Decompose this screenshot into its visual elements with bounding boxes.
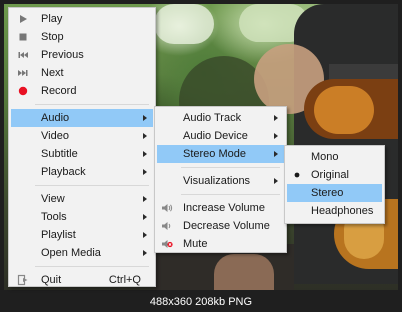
submenu-arrow-icon — [143, 169, 147, 175]
submenu-arrow-icon — [143, 196, 147, 202]
menu-separator — [181, 194, 280, 195]
menu-item-play[interactable]: Play — [11, 10, 153, 28]
submenu-arrow-icon — [274, 151, 278, 157]
submenu-arrow-icon — [143, 133, 147, 139]
submenu-arrow-icon — [143, 214, 147, 220]
record-icon — [18, 86, 28, 96]
menu-separator — [35, 185, 149, 186]
menu-item-audio[interactable]: Audio — [11, 109, 153, 127]
next-icon — [18, 70, 28, 76]
submenu-arrow-icon — [143, 115, 147, 121]
menu-item-subtitle[interactable]: Subtitle — [11, 145, 153, 163]
submenu-arrow-icon — [143, 250, 147, 256]
submenu-arrow-icon — [274, 133, 278, 139]
menu-separator — [35, 104, 149, 105]
play-icon — [20, 15, 27, 23]
stereo-mode-submenu: Mono Original Stereo Headphones — [284, 145, 385, 224]
menu-item-record[interactable]: Record — [11, 82, 153, 100]
menu-separator — [35, 266, 149, 267]
menu-item-headphones[interactable]: Headphones — [287, 202, 382, 220]
quit-shortcut: Ctrl+Q — [108, 274, 141, 286]
menu-item-audio-track[interactable]: Audio Track — [157, 109, 284, 127]
menu-item-quit[interactable]: Quit Ctrl+Q — [11, 271, 153, 289]
menu-item-stop[interactable]: Stop — [11, 28, 153, 46]
audio-submenu: Audio Track Audio Device Stereo Mode Vis… — [154, 106, 287, 253]
menu-item-playlist[interactable]: Playlist — [11, 226, 153, 244]
previous-icon — [18, 52, 28, 58]
submenu-arrow-icon — [274, 115, 278, 121]
volume-up-icon — [162, 204, 173, 212]
menu-item-audio-device[interactable]: Audio Device — [157, 127, 284, 145]
menu-item-previous[interactable]: Previous — [11, 46, 153, 64]
menu-item-playback[interactable]: Playback — [11, 163, 153, 181]
radio-checked-icon — [294, 172, 300, 178]
menu-item-view[interactable]: View — [11, 190, 153, 208]
image-caption: 488x360 208kb PNG — [149, 296, 253, 308]
quit-icon — [17, 274, 28, 286]
menu-item-increase-volume[interactable]: Increase Volume — [157, 199, 284, 217]
menu-item-stereo[interactable]: Stereo — [287, 184, 382, 202]
menu-item-decrease-volume[interactable]: Decrease Volume — [157, 217, 284, 235]
menu-separator — [181, 167, 280, 168]
volume-down-icon — [162, 222, 171, 230]
menu-item-open-media[interactable]: Open Media — [11, 244, 153, 262]
mute-icon — [162, 240, 173, 248]
submenu-arrow-icon — [143, 232, 147, 238]
menu-item-tools[interactable]: Tools — [11, 208, 153, 226]
menu-item-original[interactable]: Original — [287, 166, 382, 184]
context-menu: Play Stop Previous Next Record Audio Vid… — [8, 7, 156, 287]
submenu-arrow-icon — [274, 178, 278, 184]
menu-item-visualizations[interactable]: Visualizations — [157, 172, 284, 190]
menu-item-next[interactable]: Next — [11, 64, 153, 82]
menu-item-mono[interactable]: Mono — [287, 148, 382, 166]
menu-item-stereo-mode[interactable]: Stereo Mode — [157, 145, 284, 163]
stop-icon — [19, 33, 27, 41]
menu-item-video[interactable]: Video — [11, 127, 153, 145]
menu-item-mute[interactable]: Mute — [157, 235, 284, 253]
submenu-arrow-icon — [143, 151, 147, 157]
